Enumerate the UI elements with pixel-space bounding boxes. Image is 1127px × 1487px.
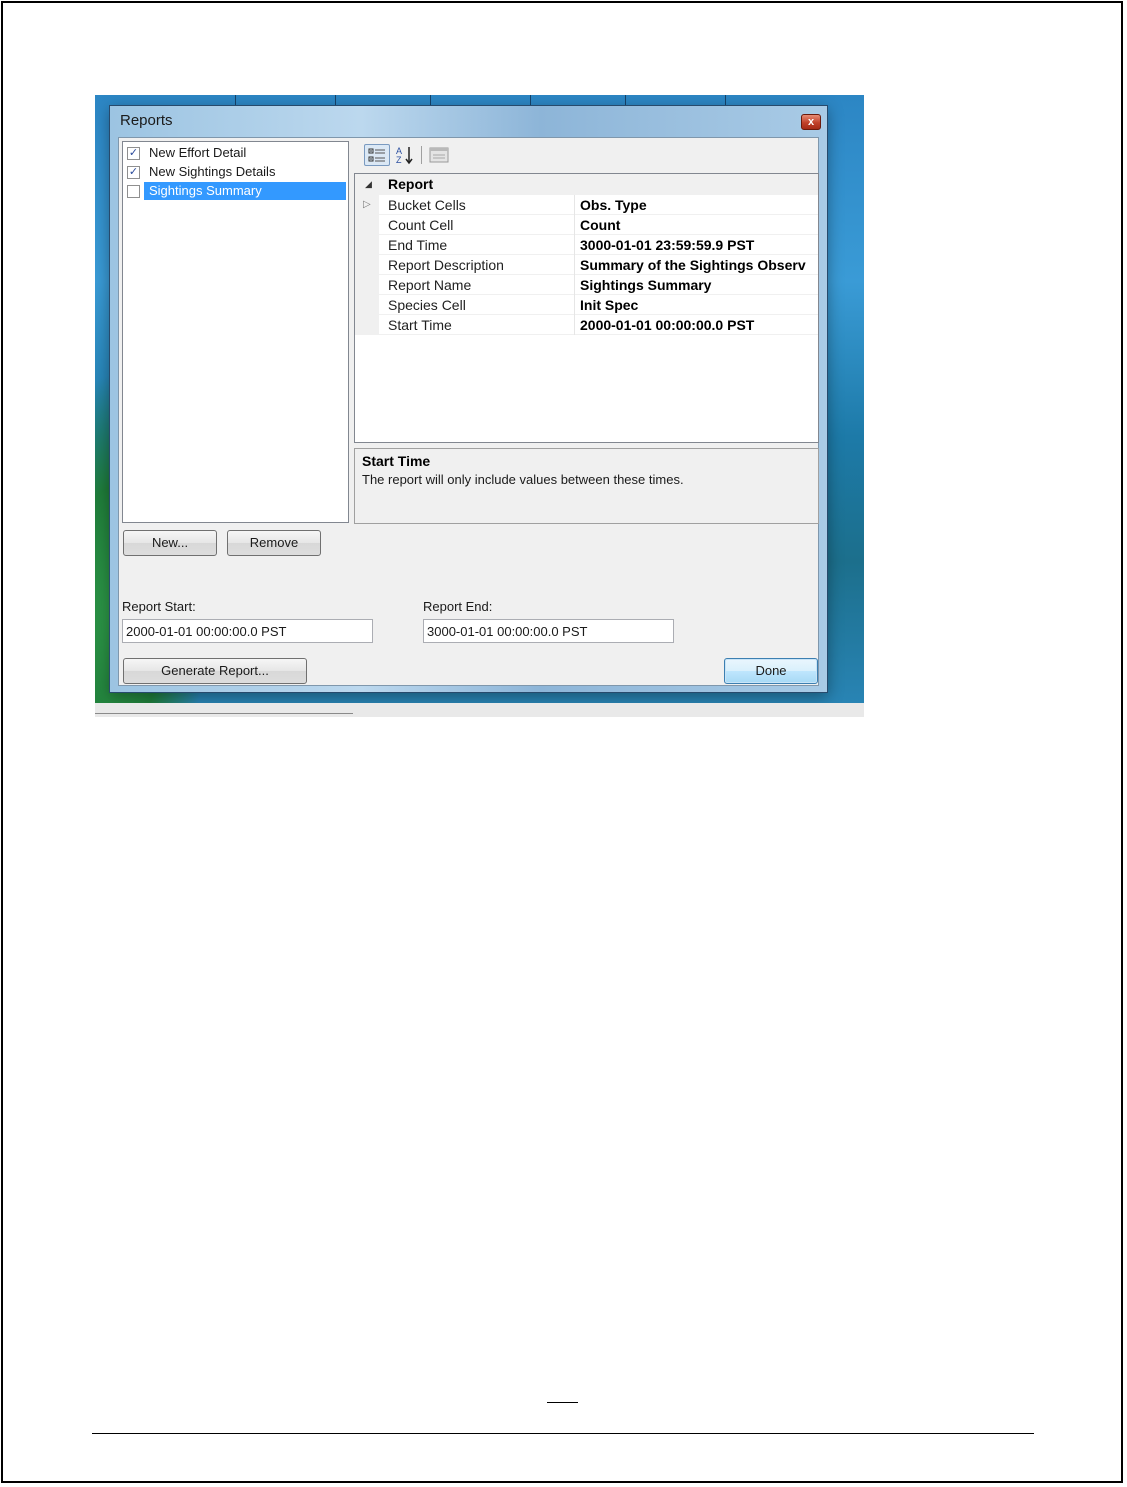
toolbar-separator [421,146,422,164]
window-title: Reports [120,112,173,129]
property-name: End Time [388,237,448,253]
help-description: The report will only include values betw… [362,472,684,487]
report-start-label: Report Start: [122,599,196,614]
property-name: Start Time [388,317,452,333]
map-tick [235,95,236,105]
list-item-selected[interactable]: Sightings Summary [125,182,346,200]
grid-gutter [355,315,379,335]
grid-gutter [355,235,379,255]
sort-alphabetical-icon: A Z [396,146,413,165]
property-pages-icon [429,147,449,163]
grid-row-end-time[interactable]: End Time 3000-01-01 23:59:59.9 PST [355,235,818,255]
close-button[interactable]: x [801,114,821,130]
report-start-field[interactable] [122,619,373,643]
grid-split [574,295,575,315]
property-value[interactable]: Sightings Summary [580,275,711,295]
done-button[interactable]: Done [724,658,818,684]
map-tick [725,95,726,105]
expand-arrow-icon[interactable]: ▷ [363,195,371,215]
property-value[interactable]: Summary of the Sightings Observ [580,255,806,275]
grid-row-count-cell[interactable]: Count Cell Count [355,215,818,235]
list-item-label: Sightings Summary [144,182,346,200]
property-grid[interactable]: ◢ Report ▷ Bucket Cells Obs. Type Count … [354,173,819,443]
background-line [95,713,353,714]
map-tick [335,95,336,105]
grid-split [574,195,575,215]
grid-gutter [355,215,379,235]
grid-row-start-time[interactable]: Start Time 2000-01-01 00:00:00.0 PST [355,315,818,335]
map-tick [430,95,431,105]
property-name: Species Cell [388,297,466,313]
property-value[interactable]: 2000-01-01 00:00:00.0 PST [580,315,754,335]
grid-gutter [355,255,379,275]
report-end-field[interactable] [423,619,674,643]
reports-window: Reports x ✓ New Effort Detail ✓ New Sigh… [109,105,828,693]
grid-gutter [355,295,379,315]
property-value[interactable]: Count [580,215,620,235]
property-value[interactable]: Obs. Type [580,195,647,215]
property-help-panel: Start Time The report will only include … [354,448,819,524]
collapse-arrow-icon[interactable]: ◢ [365,174,372,195]
help-title: Start Time [362,453,431,469]
screenshot: Reports x ✓ New Effort Detail ✓ New Sigh… [95,95,864,717]
checkbox[interactable]: ✓ [127,147,140,160]
grid-row-report-description[interactable]: Report Description Summary of the Sighti… [355,255,818,275]
page-number-underline [547,1402,578,1403]
property-name: Report Name [388,277,472,293]
property-value[interactable]: 3000-01-01 23:59:59.9 PST [580,235,754,255]
property-name: Count Cell [388,217,454,233]
checkbox[interactable] [127,185,140,198]
generate-report-button[interactable]: Generate Report... [123,658,307,684]
grid-row-report-name[interactable]: Report Name Sightings Summary [355,275,818,295]
grid-category[interactable]: ◢ Report [355,174,818,195]
categorized-icon [368,148,385,162]
grid-split [574,235,575,255]
grid-split [574,215,575,235]
grid-gutter [355,275,379,295]
remove-button[interactable]: Remove [227,530,321,556]
close-icon: x [807,116,815,128]
svg-text:Z: Z [396,155,402,165]
map-tick [625,95,626,105]
grid-row-bucket-cells[interactable]: ▷ Bucket Cells Obs. Type [355,195,818,215]
new-button[interactable]: New... [123,530,217,556]
report-list[interactable]: ✓ New Effort Detail ✓ New Sightings Deta… [122,141,349,523]
property-pages-button[interactable] [427,144,451,166]
list-item[interactable]: ✓ New Sightings Details [125,163,346,181]
grid-row-species-cell[interactable]: Species Cell Init Spec [355,295,818,315]
grid-category-label: Report [388,176,434,192]
grid-split [574,255,575,275]
grid-split [574,315,575,335]
footer-rule [92,1433,1034,1434]
categorized-button[interactable] [364,144,390,166]
sort-alphabetical-button[interactable]: A Z [393,144,417,166]
property-value[interactable]: Init Spec [580,295,638,315]
list-item[interactable]: ✓ New Effort Detail [125,144,346,162]
property-name: Bucket Cells [388,197,466,213]
grid-split [574,275,575,295]
list-item-label: New Effort Detail [149,145,247,160]
background-strip [95,703,864,717]
report-end-label: Report End: [423,599,493,614]
map-tick [530,95,531,105]
property-grid-toolbar: A Z [357,141,817,169]
checkbox[interactable]: ✓ [127,166,140,179]
window-client-area: ✓ New Effort Detail ✓ New Sightings Deta… [118,137,819,686]
property-name: Report Description [388,257,504,273]
list-item-label: New Sightings Details [149,164,276,179]
